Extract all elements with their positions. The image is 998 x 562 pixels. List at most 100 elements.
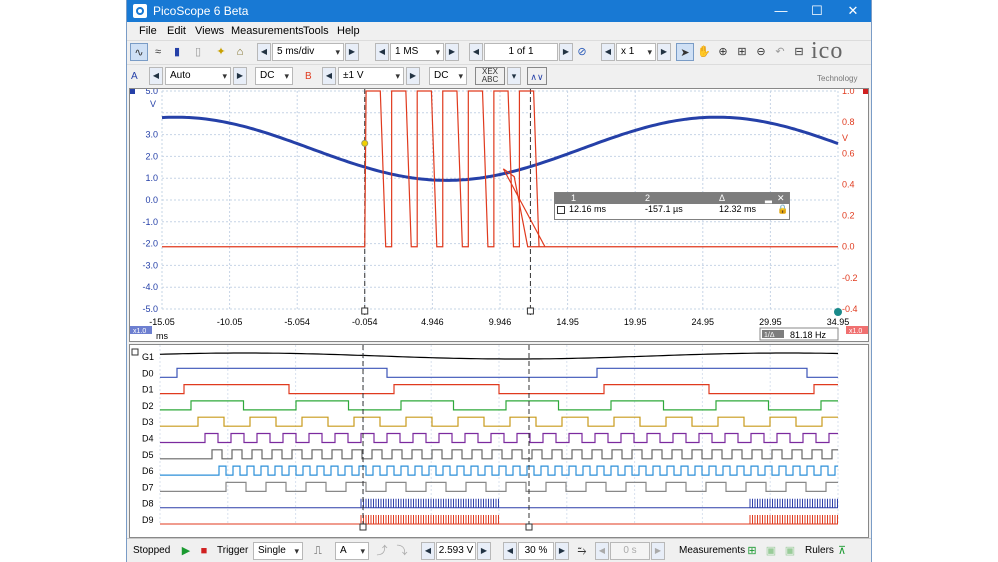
zoom-in-icon[interactable]: ⊕ <box>714 43 732 61</box>
x-tick-label: -5.054 <box>284 317 310 327</box>
range-b-prev-icon[interactable]: ◀ <box>322 67 336 85</box>
pretrigger-next-icon[interactable]: ▶ <box>555 542 569 560</box>
hand-tool-icon[interactable]: ✋ <box>695 43 713 61</box>
pointer-tool-icon[interactable]: ➤ <box>676 43 694 61</box>
start-icon[interactable]: ▶ <box>177 542 195 560</box>
wand-icon[interactable]: ✦ <box>212 43 230 61</box>
menu-views[interactable]: Views <box>195 25 224 37</box>
page-first-icon[interactable]: ◀ <box>469 43 483 61</box>
channel-b-marker <box>863 89 868 94</box>
ruler-row-checkbox[interactable] <box>557 206 565 214</box>
digital-channel-label: D5 <box>142 450 154 460</box>
delete-measurement-icon[interactable]: ▣ <box>781 542 799 560</box>
zoom-next-icon[interactable]: ▶ <box>657 43 671 61</box>
ruler-table-row: 12.16 ms -157.1 µs 12.32 ms 🔒 <box>555 204 789 217</box>
samples-next-icon[interactable]: ▶ <box>445 43 459 61</box>
menu-bar: File Edit Views Measurements Tools Help <box>127 22 871 40</box>
trigger-edge-icon[interactable]: ⎍ <box>309 542 327 560</box>
rising-edge-icon[interactable]: ⤴ <box>373 542 391 560</box>
y-tick-label-b: 0.0 <box>842 242 855 252</box>
menu-edit[interactable]: Edit <box>167 25 186 37</box>
ruler-v3: 12.32 ms <box>719 204 757 214</box>
y-tick-label-a: -5.0 <box>142 304 158 314</box>
zoom-fit-icon[interactable]: ⊟ <box>790 43 808 61</box>
home-icon[interactable]: ⌂ <box>231 43 249 61</box>
spectrum-mode-icon[interactable]: ▮ <box>168 43 186 61</box>
digital-ruler-1-handle <box>359 523 367 531</box>
range-a-next-icon[interactable]: ▶ <box>233 67 247 85</box>
navigate-icon[interactable]: ⊘ <box>573 43 591 61</box>
timebase-prev-icon[interactable]: ◀ <box>257 43 271 61</box>
digital-ruler-2-handle <box>525 523 533 531</box>
zoom-select[interactable]: x 1 <box>616 43 656 61</box>
timebase-select[interactable]: 5 ms/div <box>272 43 344 61</box>
menu-measurements[interactable]: Measurements <box>231 25 304 37</box>
ruler-lock-icon[interactable]: 🔒 <box>777 204 788 215</box>
persistence-mode-icon[interactable]: ≈ <box>149 43 167 61</box>
trigger-delay-icon[interactable]: ⥲ <box>573 542 591 560</box>
pretrigger-prev-icon[interactable]: ◀ <box>503 542 517 560</box>
range-b-select[interactable]: ±1 V <box>338 67 404 85</box>
add-measurement-icon[interactable]: ⊞ <box>743 542 761 560</box>
zoom-area-icon[interactable]: ⊞ <box>733 43 751 61</box>
ruler-table-close-icon[interactable]: ✕ <box>777 193 785 204</box>
serial-decode-icon[interactable]: XEX ABC <box>475 67 505 85</box>
scope-mode-icon[interactable]: ∿ <box>130 43 148 61</box>
window-title: PicoScope 6 Beta <box>153 4 249 18</box>
channel-b-label: B <box>305 71 312 82</box>
timebase-next-icon[interactable]: ▶ <box>345 43 359 61</box>
page-next-icon[interactable]: ▶ <box>559 43 573 61</box>
range-a-select[interactable]: Auto <box>165 67 231 85</box>
pico-logo-sub: Technology <box>817 74 858 83</box>
range-b-next-icon[interactable]: ▶ <box>406 67 420 85</box>
range-a-prev-icon[interactable]: ◀ <box>149 67 163 85</box>
y-tick-label-a: 1.0 <box>145 173 158 183</box>
digital-channel-label: D4 <box>142 434 154 444</box>
menu-file[interactable]: File <box>139 25 157 37</box>
edit-measurement-icon[interactable]: ▣ <box>762 542 780 560</box>
y-unit-a: V <box>150 99 156 109</box>
delay-prev-icon[interactable]: ◀ <box>595 542 609 560</box>
digital-channel-label: D7 <box>142 482 154 492</box>
serial-decode-dropdown-icon[interactable]: ▾ <box>507 67 521 85</box>
digital-view[interactable]: G1 D0 D1 D2 D3 D4 D5 D6 D7 D8 D9 <box>129 344 869 538</box>
trigger-level-prev-icon[interactable]: ◀ <box>421 542 435 560</box>
measurements-label: Measurements <box>679 545 746 556</box>
trigger-level[interactable]: 2.593 V <box>436 542 476 560</box>
x-tick-label: -0.054 <box>352 317 378 327</box>
maximize-button[interactable]: ☐ <box>799 0 835 22</box>
menu-help[interactable]: Help <box>337 25 360 37</box>
close-button[interactable]: ✕ <box>835 0 871 22</box>
zoom-out-icon[interactable]: ⊖ <box>752 43 770 61</box>
scale-tag-a: x1.0 <box>133 328 146 335</box>
scope-view[interactable]: 5.0 3.0 2.0 1.0 0.0 -1.0 -2.0 -3.0 -4.0 -5.0 V 1.0 0… <box>129 86 869 342</box>
ruler-h1: 1 <box>571 193 577 203</box>
trigger-level-next-icon[interactable]: ▶ <box>477 542 491 560</box>
trigger-source-select[interactable]: A <box>335 542 369 560</box>
y-tick-label-a: -4.0 <box>142 282 158 292</box>
digital-channel-label: D1 <box>142 385 154 395</box>
minimize-button[interactable]: — <box>763 0 799 22</box>
delay-next-icon[interactable]: ▶ <box>651 542 665 560</box>
math-channel-icon[interactable]: ∧∨ <box>527 67 547 85</box>
y-tick-label-a: 0.0 <box>145 195 158 205</box>
trigger-mode-select[interactable]: Single <box>253 542 303 560</box>
x-tick-label: -10.05 <box>217 317 243 327</box>
pretrigger-value[interactable]: 30 % <box>518 542 554 560</box>
rulers-toggle-icon[interactable]: ⊼ <box>833 542 851 560</box>
trigger-label: Trigger <box>217 545 249 556</box>
undo-zoom-icon[interactable]: ↶ <box>771 43 789 61</box>
ruler-table-minimize-icon[interactable]: ▂ <box>765 193 772 204</box>
stop-icon[interactable]: ■ <box>195 542 213 560</box>
falling-edge-icon[interactable]: ⤵ <box>393 542 411 560</box>
y-tick-label-b: 1.0 <box>842 89 855 96</box>
samples-select[interactable]: 1 MS <box>390 43 444 61</box>
y-tick-label-a: 3.0 <box>145 130 158 140</box>
coupling-b-select[interactable]: DC <box>429 67 467 85</box>
zoom-prev-icon[interactable]: ◀ <box>601 43 615 61</box>
coupling-a-select[interactable]: DC <box>255 67 293 85</box>
delay-value[interactable]: 0 s <box>610 542 650 560</box>
menu-tools[interactable]: Tools <box>303 25 329 37</box>
samples-prev-icon[interactable]: ◀ <box>375 43 389 61</box>
y-tick-label-b: -0.2 <box>842 273 858 283</box>
